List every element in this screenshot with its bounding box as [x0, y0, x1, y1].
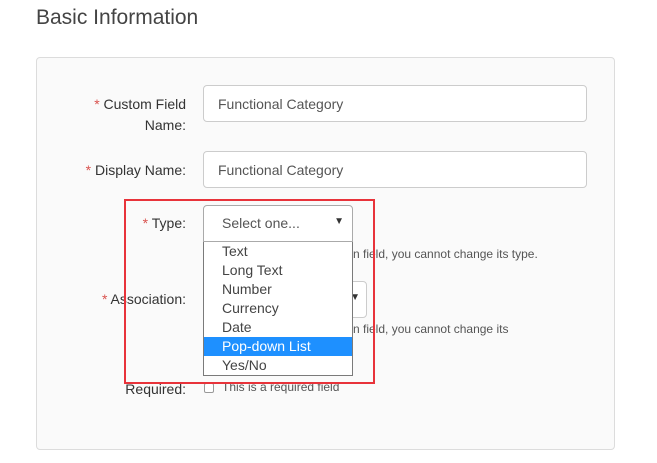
custom-field-name-label: * Custom Field Name: — [94, 94, 186, 136]
chevron-down-icon: ▼ — [334, 216, 344, 227]
type-option[interactable]: Yes/No — [204, 356, 352, 375]
type-dropdown-list: Text Long Text Number Currency Date Pop-down … — [203, 242, 353, 376]
display-name-label-text: Display Name: — [94, 162, 186, 178]
required-checkbox[interactable] — [204, 383, 214, 393]
type-help-text: n field, you cannot change its type. — [353, 247, 538, 261]
type-option[interactable]: Date — [204, 318, 352, 337]
required-checkbox-label: This is a required field — [222, 380, 340, 394]
type-option[interactable]: Text — [204, 242, 352, 261]
association-label-text: Association: — [110, 291, 186, 307]
type-label: * Type: — [143, 213, 186, 234]
display-name-input[interactable] — [203, 151, 587, 188]
type-select[interactable]: Select one... ▼ — [203, 205, 353, 242]
custom-field-name-label-line2: Name: — [144, 117, 186, 133]
type-select-value: Select one... — [222, 215, 300, 231]
type-option[interactable]: Number — [204, 280, 352, 299]
custom-field-name-label-line1: Custom Field — [103, 96, 186, 112]
custom-field-name-input[interactable] — [203, 85, 587, 122]
type-option[interactable]: Currency — [204, 299, 352, 318]
type-label-text: Type: — [151, 215, 186, 231]
type-option[interactable]: Long Text — [204, 261, 352, 280]
required-mark: * — [101, 291, 108, 307]
type-option[interactable]: Pop-down List — [204, 337, 352, 356]
required-mark: * — [142, 215, 149, 231]
required-label: Required: — [125, 381, 186, 397]
association-label: * Association: — [102, 289, 186, 310]
association-help-text: n field, you cannot change its — [353, 322, 509, 336]
display-name-label: * Display Name: — [86, 160, 186, 181]
section-title: Basic Information — [36, 6, 199, 29]
required-mark: * — [85, 162, 92, 178]
required-mark: * — [94, 96, 100, 112]
